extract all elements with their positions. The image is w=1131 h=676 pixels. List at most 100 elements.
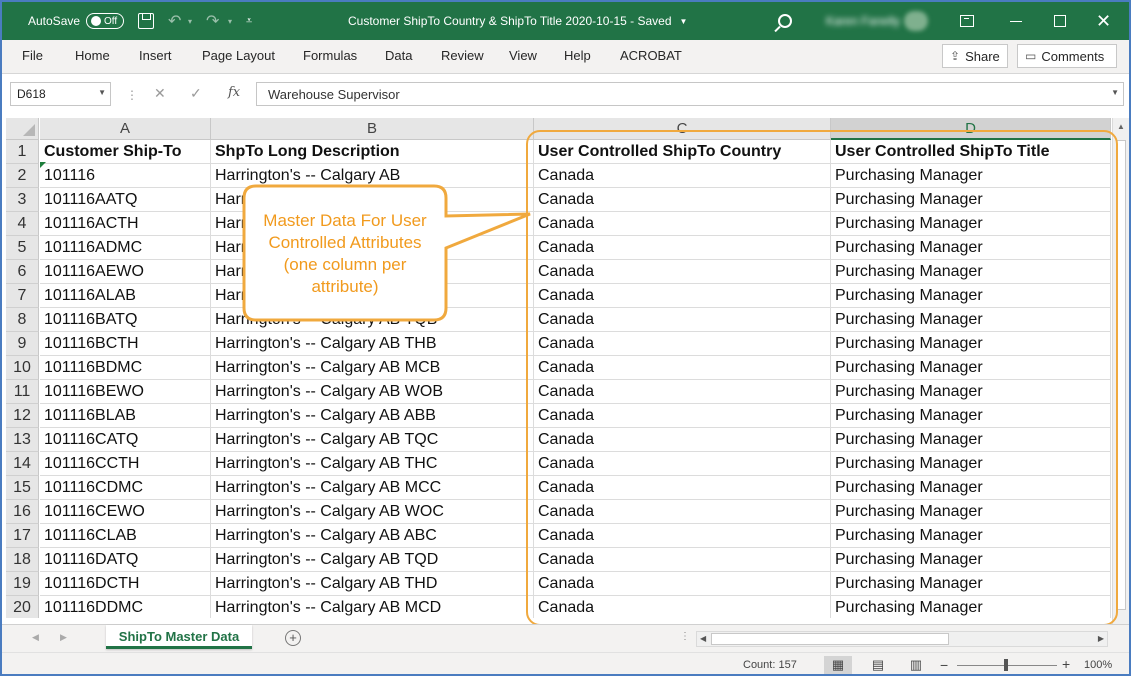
cell-a17[interactable]: 101116CLAB [40,524,211,548]
header-cell-b[interactable]: ShpTo Long Description [211,140,534,164]
undo-dropdown-icon[interactable]: ▾ [188,2,192,40]
cell-a12[interactable]: 101116BLAB [40,404,211,428]
scroll-right-icon[interactable]: ▶ [1098,634,1104,643]
name-box[interactable]: D618 ▼ [10,82,111,106]
scroll-sheets-right-icon[interactable]: ▶ [60,632,67,643]
cell-a2[interactable]: 101116 [40,164,211,188]
tab-file[interactable]: File [22,48,43,63]
row-header-19[interactable]: 19 [6,572,39,596]
row-header-13[interactable]: 13 [6,428,39,452]
scroll-sheets-left-icon[interactable]: ◀ [32,632,39,643]
header-cell-a[interactable]: Customer Ship-To [40,140,211,164]
enter-icon[interactable]: ✓ [190,85,202,102]
avatar[interactable] [904,11,928,31]
cell-b11[interactable]: Harrington's -- Calgary AB WOB [211,380,534,404]
redo-icon[interactable]: ↷ [206,2,219,40]
cell-a19[interactable]: 101116DCTH [40,572,211,596]
row-header-6[interactable]: 6 [6,260,39,284]
undo-icon[interactable]: ↶ [168,2,181,40]
select-all-button[interactable] [6,118,39,140]
row-header-17[interactable]: 17 [6,524,39,548]
cell-a5[interactable]: 101116ADMC [40,236,211,260]
tab-view[interactable]: View [509,48,537,63]
tab-insert[interactable]: Insert [139,48,172,63]
comments-button[interactable]: ▭ Comments [1017,44,1117,68]
cell-a10[interactable]: 101116BDMC [40,356,211,380]
cell-a18[interactable]: 101116DATQ [40,548,211,572]
expand-formula-bar-icon[interactable]: ▼ [1111,88,1119,97]
formula-bar-grip[interactable]: ⋮ [126,88,138,102]
row-header-11[interactable]: 11 [6,380,39,404]
cell-a3[interactable]: 101116AATQ [40,188,211,212]
ribbon-display-options-icon[interactable] [960,15,974,27]
row-header-3[interactable]: 3 [6,188,39,212]
close-icon[interactable]: ✕ [1096,2,1111,40]
share-button[interactable]: ⇪ Share [942,44,1008,68]
horizontal-scroll-thumb[interactable] [711,633,949,645]
horizontal-scrollbar[interactable]: ◀ ▶ [696,631,1108,647]
cell-a16[interactable]: 101116CEWO [40,500,211,524]
cell-a4[interactable]: 101116ACTH [40,212,211,236]
formula-input[interactable]: Warehouse Supervisor ▼ [256,82,1124,106]
cell-a8[interactable]: 101116BATQ [40,308,211,332]
row-header-12[interactable]: 12 [6,404,39,428]
column-header-b[interactable]: B [211,118,534,140]
cell-a7[interactable]: 101116ALAB [40,284,211,308]
tab-review[interactable]: Review [441,48,484,63]
cell-b14[interactable]: Harrington's -- Calgary AB THC [211,452,534,476]
cell-a14[interactable]: 101116CCTH [40,452,211,476]
cell-b19[interactable]: Harrington's -- Calgary AB THD [211,572,534,596]
add-sheet-icon[interactable]: + [285,630,301,646]
customize-qat-icon[interactable]: ⩡ [246,2,252,40]
zoom-level[interactable]: 100% [1084,659,1112,671]
row-header-16[interactable]: 16 [6,500,39,524]
document-title[interactable]: Customer ShipTo Country & ShipTo Title 2… [348,2,687,40]
tab-home[interactable]: Home [75,48,110,63]
zoom-in-icon[interactable]: + [1062,656,1070,672]
tab-page-layout[interactable]: Page Layout [202,48,275,63]
row-header-1[interactable]: 1 [6,140,39,164]
cell-a15[interactable]: 101116CDMC [40,476,211,500]
row-header-7[interactable]: 7 [6,284,39,308]
page-layout-view-icon[interactable]: ▤ [864,656,892,674]
row-header-2[interactable]: 2 [6,164,39,188]
cell-b10[interactable]: Harrington's -- Calgary AB MCB [211,356,534,380]
tab-split-handle[interactable]: ⋮ [680,631,691,642]
cell-b18[interactable]: Harrington's -- Calgary AB TQD [211,548,534,572]
cell-b20[interactable]: Harrington's -- Calgary AB MCD [211,596,534,618]
zoom-slider-thumb[interactable] [1004,659,1008,671]
cell-b9[interactable]: Harrington's -- Calgary AB THB [211,332,534,356]
insert-function-icon[interactable]: fx [228,85,240,100]
row-header-9[interactable]: 9 [6,332,39,356]
scroll-left-icon[interactable]: ◀ [700,634,706,643]
column-header-a[interactable]: A [40,118,211,140]
autosave-toggle[interactable]: Off [86,13,124,29]
scroll-up-icon[interactable]: ▲ [1117,122,1125,131]
tab-help[interactable]: Help [564,48,591,63]
cell-a20[interactable]: 101116DDMC [40,596,211,618]
cell-b12[interactable]: Harrington's -- Calgary AB ABB [211,404,534,428]
cell-a6[interactable]: 101116AEWO [40,260,211,284]
redo-dropdown-icon[interactable]: ▾ [228,2,232,40]
cell-b13[interactable]: Harrington's -- Calgary AB TQC [211,428,534,452]
tab-acrobat[interactable]: ACROBAT [620,48,682,63]
cancel-icon[interactable]: ✕ [154,85,166,102]
maximize-icon[interactable] [1054,15,1066,27]
cell-b2[interactable]: Harrington's -- Calgary AB [211,164,534,188]
row-header-5[interactable]: 5 [6,236,39,260]
row-header-8[interactable]: 8 [6,308,39,332]
page-break-preview-icon[interactable]: ▥ [902,656,930,674]
minimize-icon[interactable] [1010,21,1022,22]
tab-formulas[interactable]: Formulas [303,48,357,63]
row-header-18[interactable]: 18 [6,548,39,572]
normal-view-icon[interactable]: ▦ [824,656,852,674]
cell-a13[interactable]: 101116CATQ [40,428,211,452]
row-header-20[interactable]: 20 [6,596,39,618]
row-header-4[interactable]: 4 [6,212,39,236]
user-name[interactable]: Karen Fanelly [826,2,900,40]
search-icon[interactable] [778,14,792,28]
save-icon[interactable] [138,13,154,29]
chevron-down-icon[interactable]: ▼ [98,88,106,97]
row-header-14[interactable]: 14 [6,452,39,476]
cell-b16[interactable]: Harrington's -- Calgary AB WOC [211,500,534,524]
